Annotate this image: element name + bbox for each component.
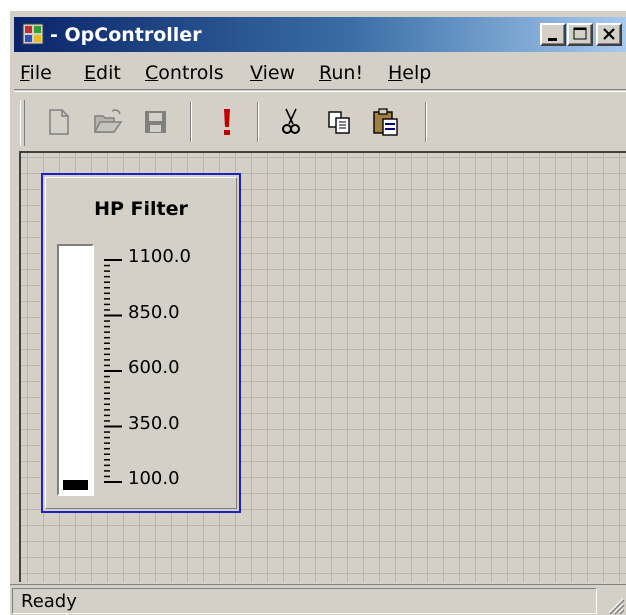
new-file-button[interactable] xyxy=(44,104,74,140)
toolbar-grip[interactable] xyxy=(20,100,25,146)
minimize-button[interactable] xyxy=(540,23,566,46)
toolbar xyxy=(14,89,626,156)
save-button[interactable] xyxy=(140,104,170,140)
paste-clipboard-icon xyxy=(373,108,398,136)
copy-button[interactable] xyxy=(324,104,354,140)
scale-label-850: 850.0 xyxy=(128,302,180,323)
scale-label-1100: 1100.0 xyxy=(128,246,191,267)
paste-button[interactable] xyxy=(370,104,400,140)
save-disk-icon xyxy=(145,111,166,133)
toolbar-separator xyxy=(425,102,427,142)
maximize-icon xyxy=(573,27,587,40)
scale-label-350: 350.0 xyxy=(128,413,180,434)
cut-button[interactable] xyxy=(276,104,306,140)
title-bar[interactable]: - OpController xyxy=(14,17,626,52)
menu-view[interactable]: View xyxy=(250,62,295,84)
scale-label-600: 600.0 xyxy=(128,357,180,378)
menu-help[interactable]: Help xyxy=(388,62,431,84)
toolbar-separator xyxy=(257,102,259,142)
close-button[interactable] xyxy=(596,23,622,46)
menu-controls[interactable]: Controls xyxy=(145,62,224,84)
status-text: Ready xyxy=(21,591,77,612)
toolbar-separator xyxy=(190,102,192,142)
application-window: - OpController File Edit Controls View R… xyxy=(9,10,626,615)
bar-indicator xyxy=(57,244,94,496)
status-bar: Ready xyxy=(10,584,626,615)
control-title: HP Filter xyxy=(94,198,188,220)
bar-fill xyxy=(63,480,88,490)
copy-icon xyxy=(328,111,350,134)
app-icon xyxy=(22,23,44,45)
run-exclamation-icon xyxy=(224,109,230,135)
menu-bar: File Edit Controls View Run! Help xyxy=(14,55,626,89)
resize-grip-icon[interactable] xyxy=(603,593,625,615)
window-title: - OpController xyxy=(50,24,202,46)
hp-filter-control[interactable]: HP Filter 1100.0 850.0 600.0 350.0 100.0 xyxy=(41,173,241,513)
menu-file[interactable]: File xyxy=(20,62,52,84)
maximize-button[interactable] xyxy=(567,23,593,46)
menu-edit[interactable]: Edit xyxy=(84,62,121,84)
run-button[interactable] xyxy=(212,104,242,140)
menu-run[interactable]: Run! xyxy=(319,62,363,84)
scale-label-100: 100.0 xyxy=(128,468,180,489)
open-folder-icon xyxy=(93,109,123,133)
status-pane: Ready xyxy=(12,588,597,614)
minimize-icon xyxy=(548,38,557,41)
close-icon xyxy=(603,28,615,40)
new-file-icon xyxy=(49,109,69,135)
open-folder-button[interactable] xyxy=(92,104,123,140)
cut-scissors-icon xyxy=(282,108,300,134)
